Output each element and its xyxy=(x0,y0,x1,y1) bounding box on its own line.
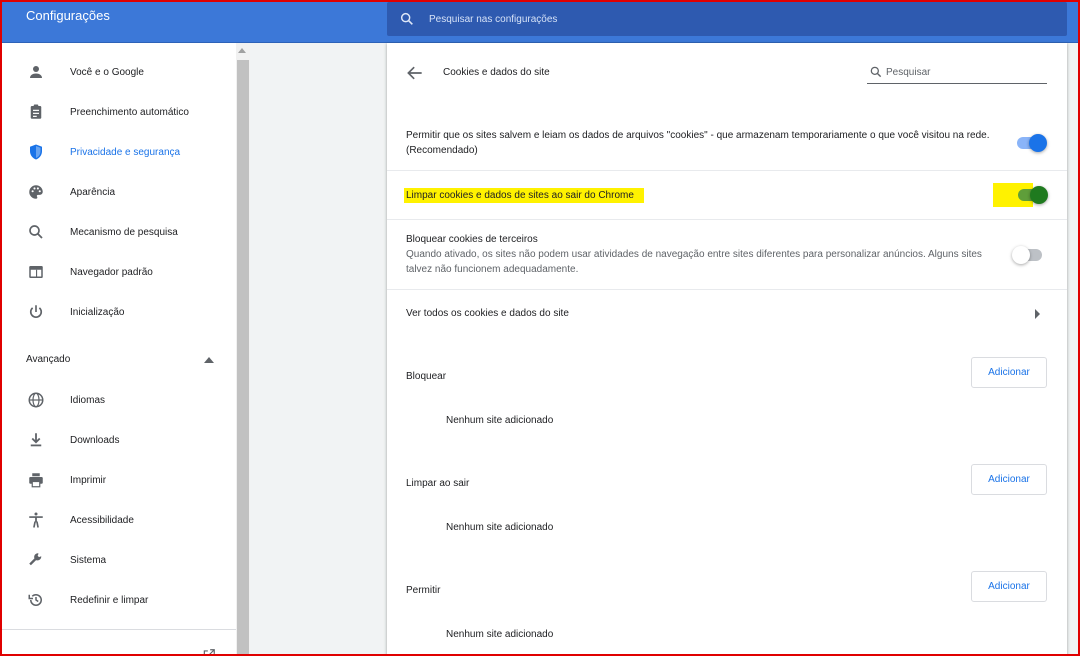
sidebar-item-label: Navegador padrão xyxy=(70,266,153,278)
person-icon xyxy=(26,62,46,82)
shield-icon xyxy=(26,142,46,162)
page-search-input[interactable]: Pesquisar xyxy=(886,67,930,78)
allow-cookies-toggle[interactable] xyxy=(1015,134,1047,152)
sidebar-item-label: Aparência xyxy=(70,186,116,198)
open-in-new-icon[interactable] xyxy=(202,648,216,656)
sidebar-item-preenchimento[interactable]: Preenchimento automático xyxy=(0,94,236,130)
sidebar-item-label: Inicialização xyxy=(70,306,125,318)
history-icon xyxy=(26,590,46,610)
sidebar-item-downloads[interactable]: Downloads xyxy=(0,422,236,458)
power-icon xyxy=(26,302,46,322)
add-clear-on-exit-button[interactable]: Adicionar xyxy=(971,464,1047,495)
globe-icon xyxy=(26,390,46,410)
search-icon xyxy=(870,66,882,78)
block-third-party-desc-2: talvez não funcionem adequadamente. xyxy=(406,264,579,275)
settings-search-input[interactable]: Pesquisar nas configurações xyxy=(429,14,557,25)
allow-list-label: Permitir xyxy=(406,585,441,596)
page-search-field[interactable]: Pesquisar xyxy=(867,62,1047,84)
palette-icon xyxy=(26,182,46,202)
clear-on-exit-list-empty: Nenhum site adicionado xyxy=(446,522,554,533)
arrow-right-icon[interactable] xyxy=(1035,309,1040,319)
clear-on-exit-label: Limpar cookies e dados de sites ao sair … xyxy=(404,188,644,203)
row-divider xyxy=(387,170,1067,171)
app-title: Configurações xyxy=(26,8,110,23)
sidebar-item-acessibilidade[interactable]: Acessibilidade xyxy=(0,502,236,538)
wrench-icon xyxy=(26,550,46,570)
sidebar-item-idiomas[interactable]: Idiomas xyxy=(0,382,236,418)
sidebar-item-inicializacao[interactable]: Inicialização xyxy=(0,294,236,330)
search-icon xyxy=(26,222,46,242)
toggle-knob xyxy=(1030,186,1048,204)
row-divider xyxy=(387,219,1067,220)
add-block-button[interactable]: Adicionar xyxy=(971,357,1047,388)
advanced-label: Avançado xyxy=(26,354,71,365)
allow-cookies-recommended: (Recomendado) xyxy=(406,145,478,156)
sidebar-item-label: Privacidade e segurança xyxy=(70,146,181,158)
sidebar-divider xyxy=(0,629,236,630)
sidebar-item-label: Sistema xyxy=(70,554,107,566)
allow-list-empty: Nenhum site adicionado xyxy=(446,629,554,640)
row-divider xyxy=(387,289,1067,290)
block-list-empty: Nenhum site adicionado xyxy=(446,415,554,426)
sidebar-item-redefinir[interactable]: Redefinir e limpar xyxy=(0,582,236,618)
sidebar-item-label: Downloads xyxy=(70,434,120,446)
download-icon xyxy=(26,430,46,450)
browser-icon xyxy=(26,262,46,282)
sidebar-item-label: Imprimir xyxy=(70,474,107,486)
sidebar-item-navegador-padrao[interactable]: Navegador padrão xyxy=(0,254,236,290)
clear-on-exit-text: Limpar cookies e dados de sites ao sair … xyxy=(404,188,644,203)
block-third-party-label: Bloquear cookies de terceiros xyxy=(406,234,538,245)
clear-on-exit-toggle[interactable] xyxy=(1016,186,1048,204)
sidebar-scrollbar-thumb[interactable] xyxy=(237,60,249,656)
see-all-cookies-link[interactable]: Ver todos os cookies e dados do site xyxy=(406,306,569,321)
sidebar-item-label: Acessibilidade xyxy=(70,514,134,526)
toggle-knob xyxy=(1012,246,1030,264)
caret-up-icon xyxy=(204,357,214,363)
sidebar-item-sistema[interactable]: Sistema xyxy=(0,542,236,578)
sidebar-item-voce-e-o-google[interactable]: Você e o Google xyxy=(0,54,236,90)
add-allow-button[interactable]: Adicionar xyxy=(971,571,1047,602)
settings-search-box[interactable]: Pesquisar nas configurações xyxy=(387,2,1067,36)
block-list-label: Bloquear xyxy=(406,371,447,382)
sidebar-item-label: Você e o Google xyxy=(70,66,144,78)
advanced-section-toggle[interactable]: Avançado xyxy=(0,348,236,372)
sidebar-item-mecanismo[interactable]: Mecanismo de pesquisa xyxy=(0,214,236,250)
sidebar-item-label: Preenchimento automático xyxy=(70,106,189,118)
block-third-party-toggle[interactable] xyxy=(1012,246,1044,264)
sidebar-item-aparencia[interactable]: Aparência xyxy=(0,174,236,210)
sidebar-item-privacidade[interactable]: Privacidade e segurança xyxy=(0,134,236,170)
allow-cookies-text: Permitir que os sites salvem e leiam os … xyxy=(406,130,990,141)
sidebar: Você e o Google Preenchimento automático… xyxy=(0,43,236,656)
sidebar-item-label: Mecanismo de pesquisa xyxy=(70,226,178,238)
accessibility-icon xyxy=(26,510,46,530)
clear-on-exit-list-label: Limpar ao sair xyxy=(406,478,470,489)
block-third-party-desc-1: Quando ativado, os sites não podem usar … xyxy=(406,249,982,260)
page-title: Cookies e dados do site xyxy=(443,67,550,78)
cookies-settings-card: Cookies e dados do site Pesquisar Permit… xyxy=(387,43,1067,656)
sidebar-item-imprimir[interactable]: Imprimir xyxy=(0,462,236,498)
toggle-knob xyxy=(1029,134,1047,152)
scroll-up-arrow-icon[interactable] xyxy=(238,48,246,53)
search-icon xyxy=(400,12,413,25)
back-arrow-icon[interactable] xyxy=(405,63,425,83)
top-bar: Configurações Pesquisar nas configuraçõe… xyxy=(0,0,1080,43)
printer-icon xyxy=(26,470,46,490)
sidebar-item-label: Redefinir e limpar xyxy=(70,594,149,606)
sidebar-item-label: Idiomas xyxy=(70,394,106,406)
clipboard-icon xyxy=(26,102,46,122)
